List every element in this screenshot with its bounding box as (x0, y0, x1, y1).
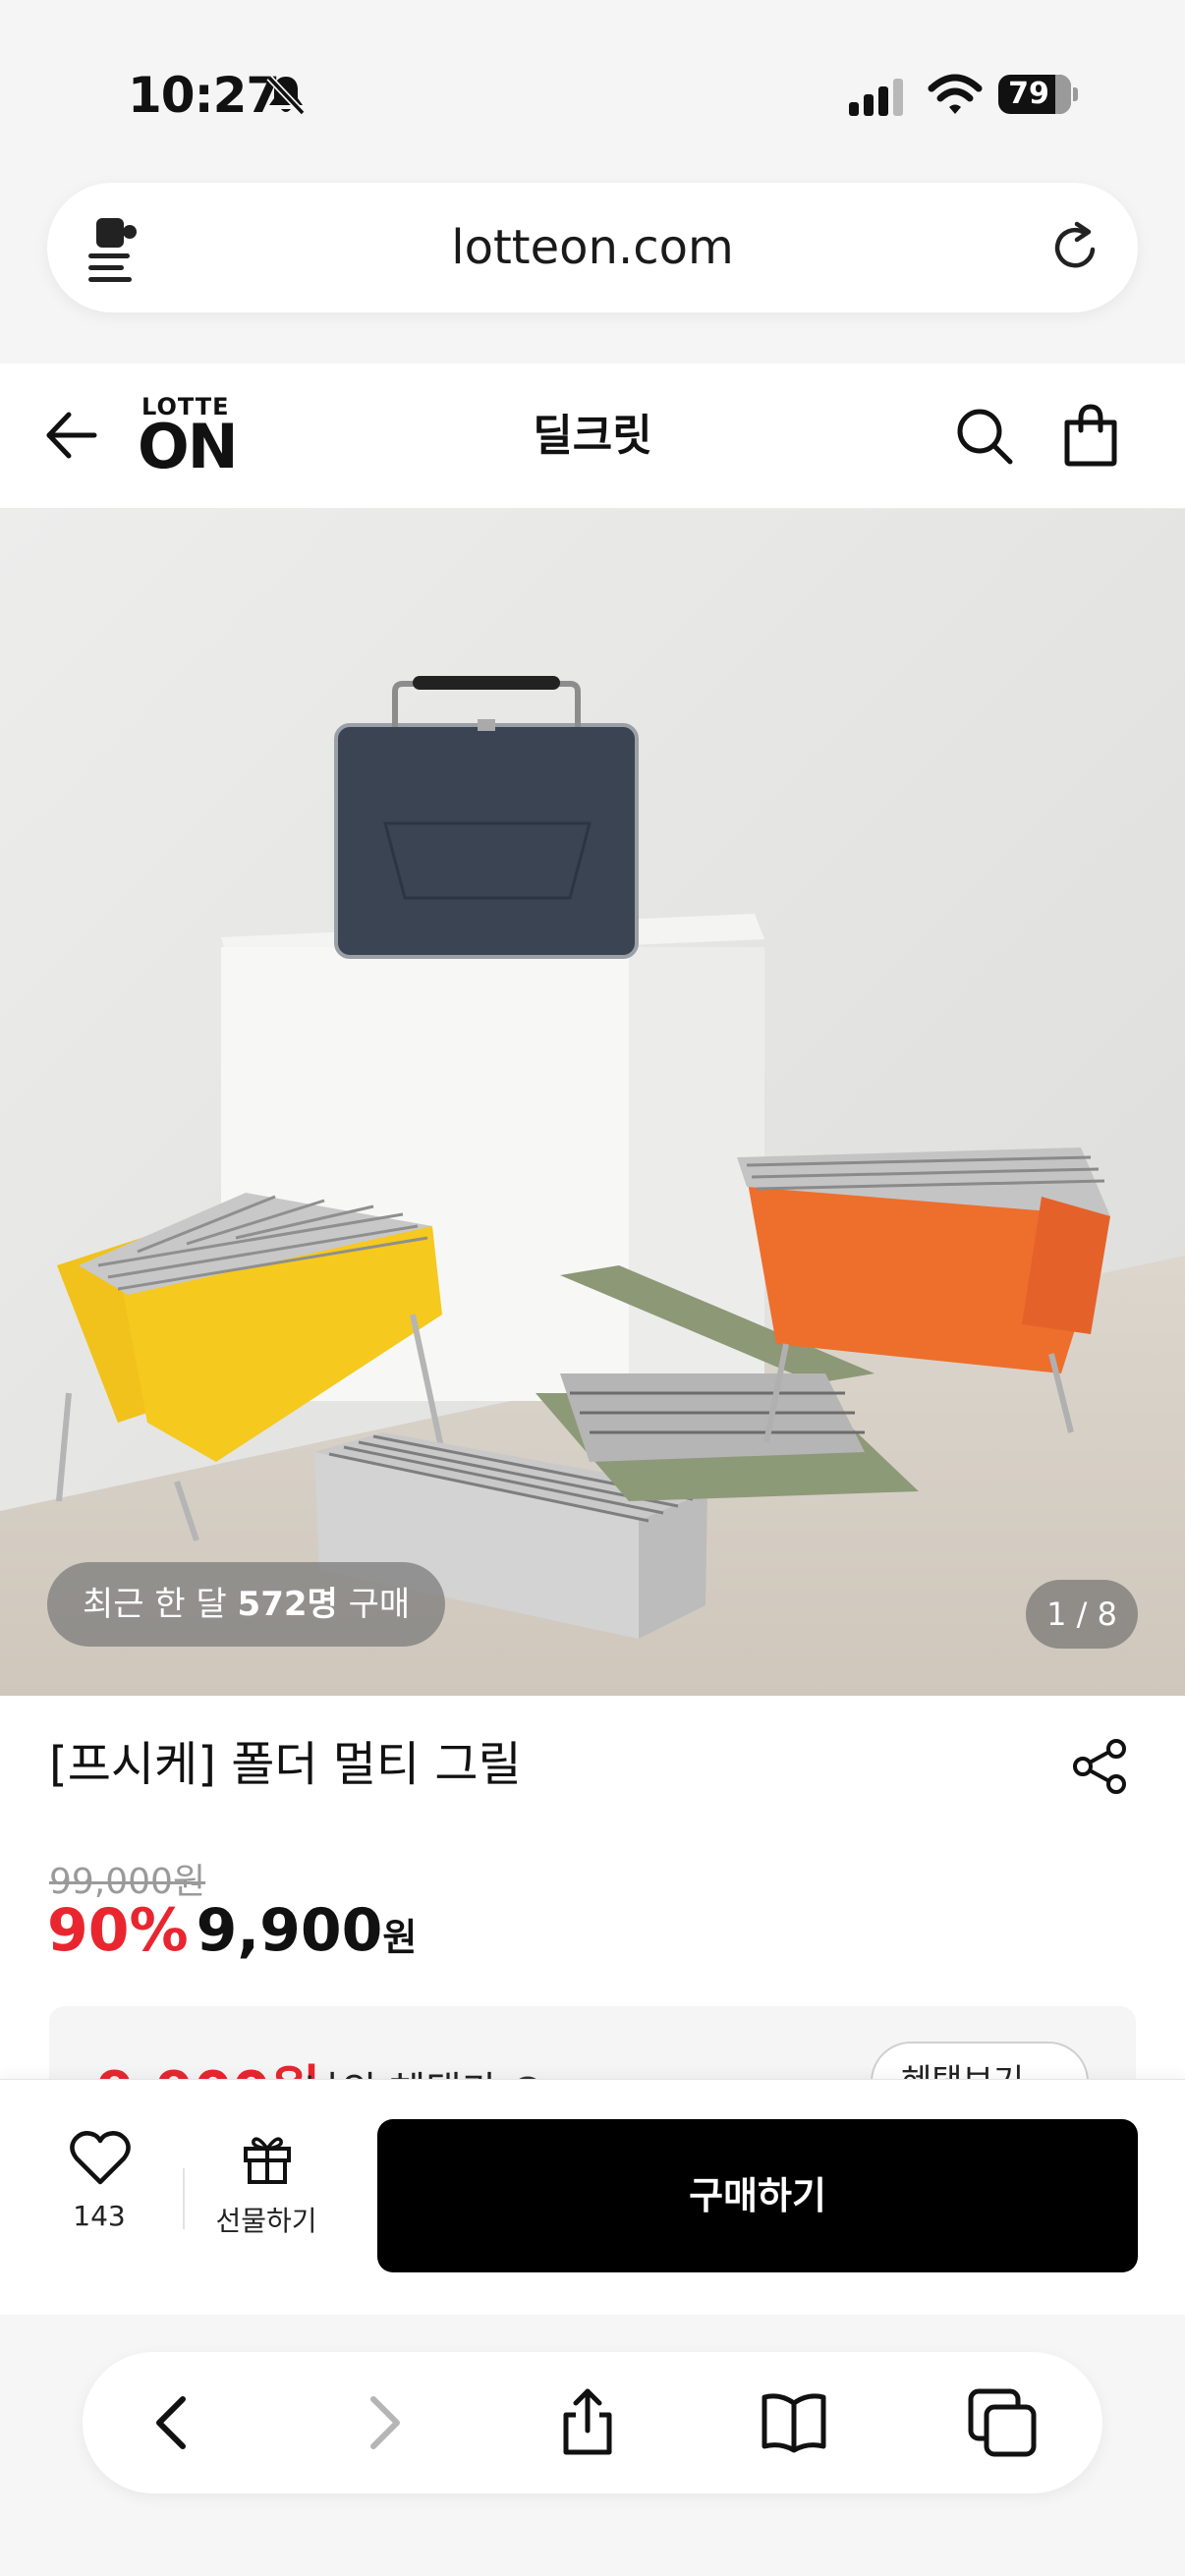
gift-button[interactable]: 선물하기 (202, 2129, 330, 2257)
search-icon[interactable] (953, 405, 1016, 468)
discount-rate: 90% (47, 1896, 189, 1965)
purchase-action-bar: 143 선물하기 구매하기 (0, 2079, 1185, 2315)
product-image-carousel[interactable]: 최근 한 달 572명 구매 1 / 8 (0, 509, 1185, 1696)
currency-unit: 원 (382, 1916, 418, 1959)
site-header: LOTTE ON 딜크릿 (0, 364, 1185, 509)
back-arrow-icon[interactable] (41, 407, 98, 464)
battery-level: 79 (1008, 77, 1049, 111)
browser-address-area: lotteon.com (0, 177, 1185, 364)
page-title: 딜크릿 (533, 411, 652, 461)
heart-icon (70, 2131, 131, 2185)
bell-slash-icon (266, 75, 306, 116)
wifi-icon (928, 74, 983, 114)
url-text[interactable]: lotteon.com (47, 183, 1138, 312)
signal-icon (849, 79, 903, 116)
address-bar[interactable]: lotteon.com (47, 183, 1138, 312)
sale-price: 9,900 (196, 1896, 383, 1965)
gift-label: 선물하기 (215, 2205, 317, 2237)
lotte-on-logo[interactable]: LOTTE ON (138, 393, 239, 482)
image-page-indicator: 1 / 8 (1026, 1580, 1138, 1649)
status-time: 10:27 (128, 67, 280, 124)
share-up-icon[interactable] (552, 2387, 623, 2458)
reload-icon[interactable] (1049, 220, 1102, 275)
shopping-bag-icon[interactable] (1059, 403, 1122, 468)
gift-icon (244, 2137, 291, 2184)
price-row: 90% 9,900원 (47, 1896, 417, 1975)
divider (183, 2168, 185, 2229)
browser-toolbar (83, 2352, 1102, 2493)
chevron-right-icon[interactable] (348, 2387, 419, 2458)
buy-button[interactable]: 구매하기 (377, 2119, 1138, 2272)
like-button[interactable]: 143 (39, 2129, 159, 2257)
share-icon[interactable] (1071, 1737, 1130, 1796)
product-photo (0, 509, 1185, 1696)
chevron-left-icon[interactable] (138, 2387, 208, 2458)
like-count: 143 (73, 2200, 126, 2232)
browser-toolbar-area (0, 2315, 1185, 2576)
status-bar: 10:27 79 (0, 0, 1185, 177)
product-title: [프시케] 폴더 멀티 그릴 (49, 1737, 522, 1792)
book-icon[interactable] (759, 2387, 829, 2458)
battery-icon: 79 (998, 75, 1079, 114)
recent-purchase-badge: 최근 한 달 572명 구매 (47, 1562, 446, 1647)
tabs-icon[interactable] (967, 2387, 1038, 2458)
